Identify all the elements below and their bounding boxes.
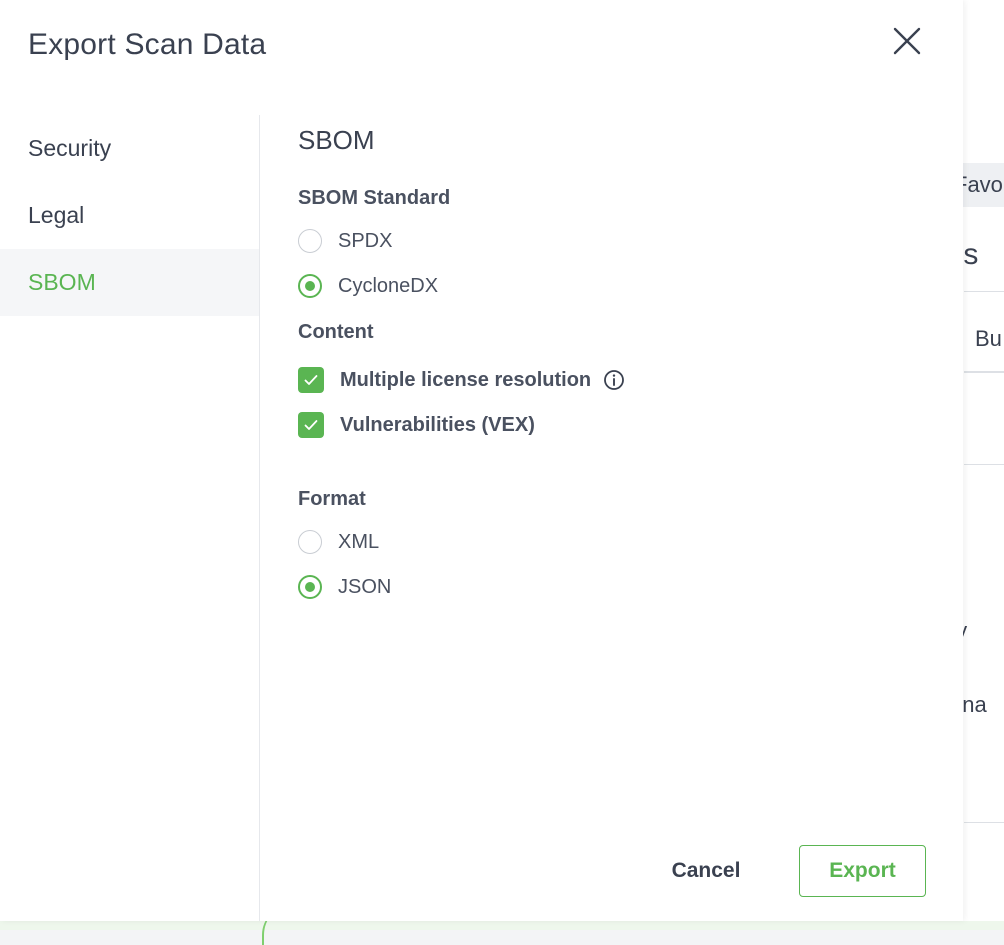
checkbox-label: Multiple license resolution (340, 368, 592, 391)
radio-label: CycloneDX (338, 274, 439, 297)
divider (964, 371, 1004, 373)
radio-option-xml[interactable]: XML (298, 528, 379, 556)
checkbox[interactable] (298, 367, 324, 393)
radio-button[interactable] (298, 575, 322, 599)
sidebar-item-sbom[interactable]: SBOM (0, 249, 259, 316)
radio-option-json[interactable]: JSON (298, 573, 391, 601)
export-scan-data-modal: Export Scan Data Security Legal SBOM SBO… (0, 0, 963, 921)
background-column-header: Bu (975, 326, 1002, 351)
checkbox-label: Vulnerabilities (VEX) (340, 413, 535, 436)
radio-option-spdx[interactable]: SPDX (298, 227, 392, 255)
radio-option-cyclonedx[interactable]: CycloneDX (298, 272, 438, 300)
checkbox-vulnerabilities-vex[interactable]: Vulnerabilities (VEX) (298, 411, 535, 439)
divider (964, 291, 1004, 292)
sbom-standard-label: SBOM Standard (298, 187, 451, 209)
radio-button[interactable] (298, 274, 322, 298)
checkmark-icon (304, 375, 318, 385)
format-label: Format (298, 488, 366, 510)
checkbox-multiple-license-resolution[interactable]: Multiple license resolution (298, 366, 625, 394)
radio-button[interactable] (298, 530, 322, 554)
radio-label: SPDX (338, 229, 393, 252)
radio-button[interactable] (298, 229, 322, 253)
radio-label: JSON (338, 575, 392, 598)
content-label: Content (298, 321, 374, 343)
cancel-button[interactable]: Cancel (650, 845, 762, 897)
modal-title: Export Scan Data (28, 28, 267, 61)
divider (964, 822, 1004, 823)
background-bottom-strip (0, 921, 1004, 930)
radio-label: XML (338, 530, 380, 553)
close-button[interactable] (888, 22, 926, 60)
info-icon[interactable] (603, 369, 625, 391)
close-icon (893, 27, 921, 55)
divider (964, 464, 1004, 465)
sidebar-item-security[interactable]: Security (0, 115, 259, 182)
checkmark-icon (304, 420, 318, 430)
export-type-sidebar: Security Legal SBOM (0, 115, 260, 921)
section-title: SBOM (298, 125, 375, 155)
sidebar-item-legal[interactable]: Legal (0, 182, 259, 249)
export-button[interactable]: Export (799, 845, 926, 897)
checkbox[interactable] (298, 412, 324, 438)
